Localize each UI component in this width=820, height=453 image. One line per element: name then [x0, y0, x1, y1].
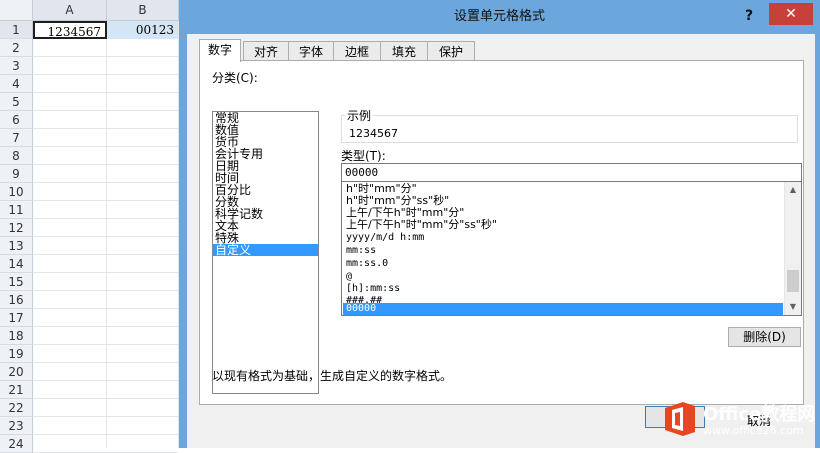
- office-watermark: Office教程网 www.office26.com: [657, 396, 820, 448]
- row-header[interactable]: 6: [0, 111, 33, 129]
- grid-line: [106, 21, 107, 448]
- grid-line: [33, 164, 178, 165]
- grid-line: [33, 146, 178, 147]
- tab-number[interactable]: 数字: [199, 39, 241, 62]
- tab-alignment[interactable]: 对齐: [243, 41, 289, 61]
- column-header-b[interactable]: B: [107, 0, 179, 21]
- watermark-name: Office教程网: [703, 404, 816, 425]
- delete-button[interactable]: 删除(D): [728, 327, 801, 347]
- watermark-url: www.office26.com: [703, 424, 804, 437]
- tab-protection[interactable]: 保护: [427, 41, 475, 61]
- grid-line: [33, 56, 178, 57]
- grid-line: [33, 308, 178, 309]
- row-header[interactable]: 17: [0, 309, 33, 327]
- grid-line: [33, 398, 178, 399]
- category-item-selected[interactable]: 自定义: [213, 244, 318, 256]
- grid-line: [33, 236, 178, 237]
- grid-line: [33, 380, 178, 381]
- grid-line: [33, 254, 178, 255]
- row-header[interactable]: 5: [0, 93, 33, 111]
- format-list-scrollbar[interactable]: ▲ ▼: [784, 182, 801, 315]
- format-item[interactable]: @: [343, 271, 783, 283]
- cell-a1[interactable]: 1234567: [33, 21, 107, 39]
- row-header[interactable]: 19: [0, 345, 33, 363]
- tab-border[interactable]: 边框: [333, 41, 381, 61]
- format-cells-dialog: 设置单元格格式 ? ✕ 数字 对齐 字体 边框 填充 保护 分类(C): 常规 …: [179, 0, 820, 448]
- row-header[interactable]: 13: [0, 237, 33, 255]
- dialog-body: 数字 对齐 字体 边框 填充 保护 分类(C): 常规 数值 货币 会计专用 日…: [187, 34, 815, 448]
- row-header[interactable]: 23: [0, 417, 33, 435]
- grid-line: [33, 128, 178, 129]
- format-item[interactable]: yyyy/m/d h:mm: [343, 232, 783, 244]
- close-icon: ✕: [785, 6, 797, 22]
- cell-b1[interactable]: 00123: [107, 21, 178, 39]
- grid-line: [33, 182, 178, 183]
- grid-line: [33, 200, 178, 201]
- row-header[interactable]: 3: [0, 57, 33, 75]
- row-header[interactable]: 15: [0, 273, 33, 291]
- tab-fill[interactable]: 填充: [380, 41, 428, 61]
- format-description: 以现有格式为基础，生成自定义的数字格式。: [212, 369, 453, 383]
- category-label: 分类(C):: [212, 71, 258, 85]
- row-header[interactable]: 20: [0, 363, 33, 381]
- sample-label: 示例: [345, 107, 374, 124]
- type-label: 类型(T):: [341, 149, 386, 163]
- scroll-up-icon[interactable]: ▲: [785, 182, 801, 198]
- row-header[interactable]: 1: [0, 21, 33, 39]
- format-item-selected[interactable]: 00000: [343, 303, 783, 315]
- close-button[interactable]: ✕: [769, 3, 813, 25]
- help-button[interactable]: ?: [739, 6, 759, 26]
- grid-line: [33, 218, 178, 219]
- dialog-title: 设置单元格格式: [453, 9, 545, 24]
- row-header[interactable]: 16: [0, 291, 33, 309]
- sample-group: [341, 115, 798, 143]
- scroll-down-icon[interactable]: ▼: [785, 299, 801, 315]
- grid-line: [33, 74, 178, 75]
- category-list[interactable]: 常规 数值 货币 会计专用 日期 时间 百分比 分数 科学记数 文本 特殊 自定…: [212, 111, 319, 394]
- grid-line: [33, 362, 178, 363]
- grid-line: [33, 434, 178, 435]
- row-header[interactable]: 10: [0, 183, 33, 201]
- tab-font[interactable]: 字体: [288, 41, 334, 61]
- type-input[interactable]: 00000: [341, 163, 802, 183]
- row-header[interactable]: 11: [0, 201, 33, 219]
- row-header[interactable]: 14: [0, 255, 33, 273]
- grid-line: [33, 92, 178, 93]
- row-header[interactable]: 7: [0, 129, 33, 147]
- row-header[interactable]: 18: [0, 327, 33, 345]
- dialog-titlebar[interactable]: 设置单元格格式 ? ✕: [179, 0, 820, 34]
- format-list[interactable]: h"时"mm"分" h"时"mm"分"ss"秒" 上午/下午h"时"mm"分" …: [341, 181, 802, 316]
- grid-line: [33, 272, 178, 273]
- row-header[interactable]: 24: [0, 435, 33, 453]
- scroll-thumb[interactable]: [787, 270, 799, 292]
- grid-line: [33, 290, 178, 291]
- row-header[interactable]: 22: [0, 399, 33, 417]
- grid-line: [33, 344, 178, 345]
- grid-line: [33, 416, 178, 417]
- sample-value: 1234567: [349, 127, 398, 140]
- row-header[interactable]: 12: [0, 219, 33, 237]
- row-header[interactable]: 4: [0, 75, 33, 93]
- format-item[interactable]: mm:ss: [343, 245, 783, 257]
- grid-line: [33, 326, 178, 327]
- office-logo-icon: [665, 402, 695, 436]
- select-all-corner[interactable]: [0, 0, 33, 21]
- format-item[interactable]: [h]:mm:ss: [343, 283, 783, 295]
- row-header[interactable]: 8: [0, 147, 33, 165]
- column-header-a[interactable]: A: [33, 0, 107, 21]
- row-header[interactable]: 2: [0, 39, 33, 57]
- row-header[interactable]: 9: [0, 165, 33, 183]
- row-header[interactable]: 21: [0, 381, 33, 399]
- grid-line: [33, 110, 178, 111]
- format-item[interactable]: 上午/下午h"时"mm"分"ss"秒": [343, 219, 783, 231]
- number-tab-panel: 分类(C): 常规 数值 货币 会计专用 日期 时间 百分比 分数 科学记数 文…: [199, 60, 804, 405]
- format-item[interactable]: mm:ss.0: [343, 258, 783, 270]
